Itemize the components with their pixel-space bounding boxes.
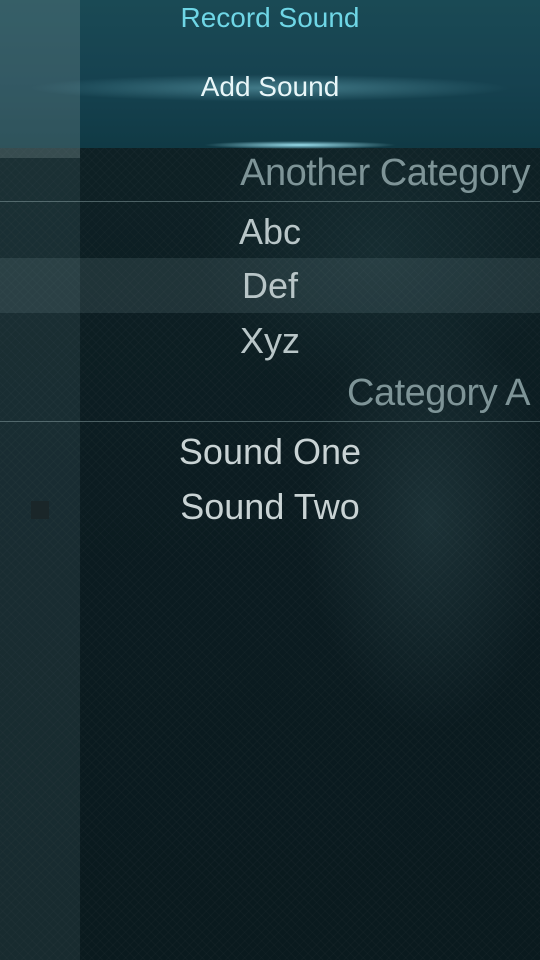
list-item-sound-one[interactable]: Sound One bbox=[0, 424, 540, 479]
list-item-label: Xyz bbox=[239, 320, 300, 361]
list-item-abc[interactable]: Abc bbox=[0, 204, 540, 259]
section-separator bbox=[0, 201, 540, 202]
list-item-label: Sound One bbox=[178, 431, 362, 472]
list-item-label: Abc bbox=[238, 211, 302, 252]
add-sound-menu-item[interactable]: Add Sound bbox=[80, 71, 460, 103]
record-sound-menu-item[interactable]: Record Sound bbox=[80, 2, 460, 34]
list-item-def[interactable]: Def bbox=[0, 258, 540, 313]
square-stop-icon[interactable] bbox=[31, 501, 49, 519]
list-item-xyz[interactable]: Xyz bbox=[0, 313, 540, 368]
section-header-category-a: Category A bbox=[347, 372, 531, 414]
pulley-menu-indicator bbox=[0, 140, 540, 150]
section-header-another-category: Another Category bbox=[240, 152, 530, 194]
pulley-menu: Record Sound Add Sound bbox=[0, 0, 540, 158]
list-item-label: Sound Two bbox=[180, 486, 360, 527]
sound-list-screen: Record Sound Add Sound Another Category … bbox=[0, 0, 540, 960]
list-item-label: Def bbox=[241, 265, 299, 306]
list-item-sound-two[interactable]: Sound Two bbox=[0, 479, 540, 534]
section-separator bbox=[0, 421, 540, 422]
